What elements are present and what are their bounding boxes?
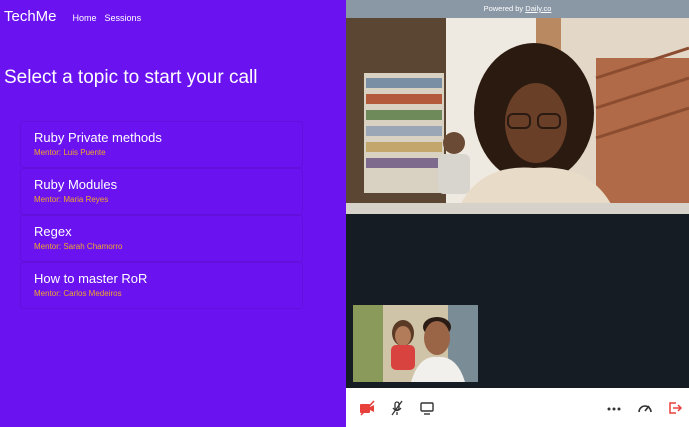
self-view-video (353, 305, 478, 382)
topic-title: Ruby Private methods (34, 130, 162, 145)
topic-mentor: Mentor: Luis Puente (34, 148, 106, 157)
topic-title: Ruby Modules (34, 177, 118, 192)
screen-share-icon[interactable] (419, 400, 435, 416)
network-icon[interactable] (637, 400, 653, 416)
self-video-frame (353, 305, 478, 382)
mic-off-icon[interactable] (389, 400, 405, 416)
topic-title: Regex (34, 224, 72, 239)
topic-list: Ruby Private methods Mentor: Luis Puente… (20, 121, 303, 309)
navbar: TechMe Home Sessions (4, 8, 149, 25)
topic-mentor: Mentor: Maria Reyes (34, 195, 109, 204)
more-icon[interactable] (606, 400, 622, 416)
topics-panel: TechMe Home Sessions Select a topic to s… (0, 0, 346, 427)
topic-mentor: Mentor: Carlos Medeiros (34, 289, 122, 298)
topic-item[interactable]: Regex Mentor: Sarah Chamorro (20, 215, 303, 262)
topic-item[interactable]: Ruby Modules Mentor: Maria Reyes (20, 168, 303, 215)
nav-link-home[interactable]: Home (73, 13, 97, 23)
daily-link[interactable]: Daily.co (525, 4, 551, 13)
powered-by-banner: Powered by Daily.co (346, 0, 689, 18)
camera-off-icon[interactable] (359, 400, 375, 416)
powered-by-label: Powered by (483, 4, 526, 13)
topic-mentor: Mentor: Sarah Chamorro (34, 242, 123, 251)
main-video-frame (346, 18, 689, 214)
topic-item[interactable]: Ruby Private methods Mentor: Luis Puente (20, 121, 303, 168)
video-call-panel: Powered by Daily.co (346, 0, 689, 427)
topic-item[interactable]: How to master RoR Mentor: Carlos Medeiro… (20, 262, 303, 309)
nav-link-sessions[interactable]: Sessions (105, 13, 142, 23)
topic-title: How to master RoR (34, 271, 148, 286)
main-participant-video (346, 18, 689, 214)
page-title: Select a topic to start your call (4, 67, 258, 88)
call-controls (346, 388, 689, 427)
brand-logo[interactable]: TechMe (4, 8, 57, 25)
leave-icon[interactable] (667, 400, 683, 416)
